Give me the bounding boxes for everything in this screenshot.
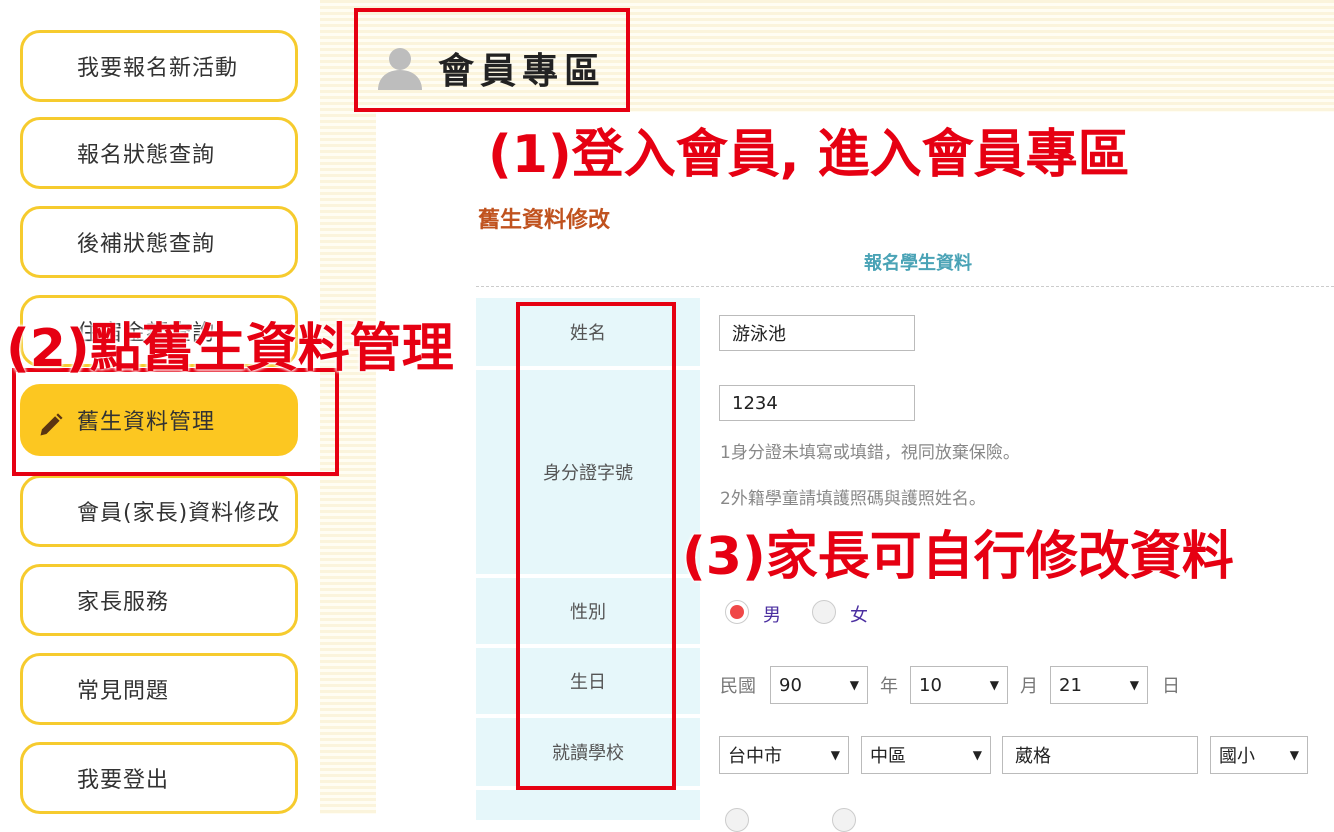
sidebar: 我要報名新活動 報名狀態查詢 後補狀態查詢 住宿金額查詢 舊生資料管理 會員(家…	[0, 0, 320, 814]
birthday-year-select[interactable]: 90 ▼	[770, 666, 868, 704]
next-row-radio-2[interactable]	[832, 808, 856, 832]
select-value: 國小	[1219, 746, 1255, 767]
label-text: 就讀學校	[552, 743, 624, 764]
sidebar-item-student-management[interactable]: 舊生資料管理	[20, 384, 298, 456]
chevron-down-icon: ▼	[989, 678, 999, 692]
sidebar-item-label: 我要登出	[77, 768, 170, 793]
school-city-select[interactable]: 台中市 ▼	[719, 736, 849, 774]
school-district-select[interactable]: 中區 ▼	[861, 736, 991, 774]
form-heading: 報名學生資料	[864, 253, 972, 274]
label-text: 生日	[570, 672, 606, 693]
sidebar-item-waitlist-status[interactable]: 後補狀態查詢	[20, 206, 298, 278]
gender-male-radio[interactable]	[725, 600, 749, 624]
birthday-year-unit: 年	[880, 676, 898, 697]
chevron-down-icon: ▼	[1129, 678, 1139, 692]
label-text: 身分證字號	[543, 463, 633, 484]
sidebar-item-label: 我要報名新活動	[77, 56, 239, 81]
next-row-radio-1[interactable]	[725, 808, 749, 832]
user-icon	[378, 48, 422, 90]
label-text: 姓名	[570, 323, 606, 344]
annotation-step1: (1)登入會員, 進入會員專區	[488, 125, 1130, 185]
birthday-day-unit: 日	[1162, 676, 1180, 697]
sidebar-item-faq[interactable]: 常見問題	[20, 653, 298, 725]
chevron-down-icon: ▼	[849, 678, 859, 692]
sidebar-item-parent-services[interactable]: 家長服務	[20, 564, 298, 636]
school-name-value: 葳格	[1015, 746, 1051, 767]
birthday-month-select[interactable]: 10 ▼	[910, 666, 1008, 704]
annotation-step3: (3)家長可自行修改資料	[682, 527, 1234, 587]
label-text: 性別	[570, 602, 606, 623]
select-value: 台中市	[728, 746, 782, 767]
chevron-down-icon: ▼	[972, 748, 982, 762]
sidebar-item-label: 後補狀態查詢	[77, 232, 216, 257]
chevron-down-icon: ▼	[1289, 748, 1299, 762]
id-hint-2: 2外籍學童請填護照碼與護照姓名。	[720, 489, 986, 509]
birthday-prefix: 民國	[720, 676, 756, 697]
page-header: 會員專區	[376, 38, 606, 98]
sidebar-item-registration-status[interactable]: 報名狀態查詢	[20, 117, 298, 189]
select-value: 90	[779, 674, 802, 696]
select-value: 中區	[870, 746, 906, 767]
annotation-step2: (2)點舊生資料管理	[6, 319, 454, 379]
decorative-stripe	[320, 0, 376, 814]
sidebar-item-new-registration[interactable]: 我要報名新活動	[20, 30, 298, 102]
sidebar-item-logout[interactable]: 我要登出	[20, 742, 298, 814]
label-gender: 性別	[476, 578, 700, 644]
chevron-down-icon: ▼	[830, 748, 840, 762]
school-level-select[interactable]: 國小 ▼	[1210, 736, 1308, 774]
school-name-input[interactable]: 葳格	[1002, 736, 1198, 774]
sidebar-item-label: 舊生資料管理	[77, 410, 216, 435]
divider	[476, 286, 1334, 287]
label-school: 就讀學校	[476, 718, 700, 786]
section-title: 舊生資料修改	[478, 208, 611, 233]
sidebar-item-member-edit[interactable]: 會員(家長)資料修改	[20, 475, 298, 547]
label-birthday: 生日	[476, 648, 700, 714]
name-input[interactable]: 游泳池	[719, 315, 915, 351]
sidebar-item-label: 常見問題	[77, 679, 170, 704]
birthday-day-select[interactable]: 21 ▼	[1050, 666, 1148, 704]
sidebar-item-label: 會員(家長)資料修改	[77, 501, 281, 526]
id-hint-1: 1身分證未填寫或填錯，視同放棄保險。	[720, 443, 1020, 463]
id-number-input[interactable]: 1234	[719, 385, 915, 421]
sidebar-item-label: 報名狀態查詢	[77, 143, 216, 168]
gender-female-label[interactable]: 女	[850, 601, 868, 627]
id-value: 1234	[732, 392, 778, 414]
sidebar-item-label: 家長服務	[77, 590, 170, 615]
gender-male-label[interactable]: 男	[763, 601, 781, 627]
label-next	[476, 790, 700, 820]
birthday-month-unit: 月	[1020, 676, 1038, 697]
label-name: 姓名	[476, 298, 700, 366]
select-value: 10	[919, 674, 942, 696]
select-value: 21	[1059, 674, 1082, 696]
label-id: 身分證字號	[476, 370, 700, 574]
pencil-icon	[40, 413, 63, 436]
gender-female-radio[interactable]	[812, 600, 836, 624]
name-value: 游泳池	[732, 324, 786, 345]
page-title: 會員專區	[438, 51, 607, 92]
